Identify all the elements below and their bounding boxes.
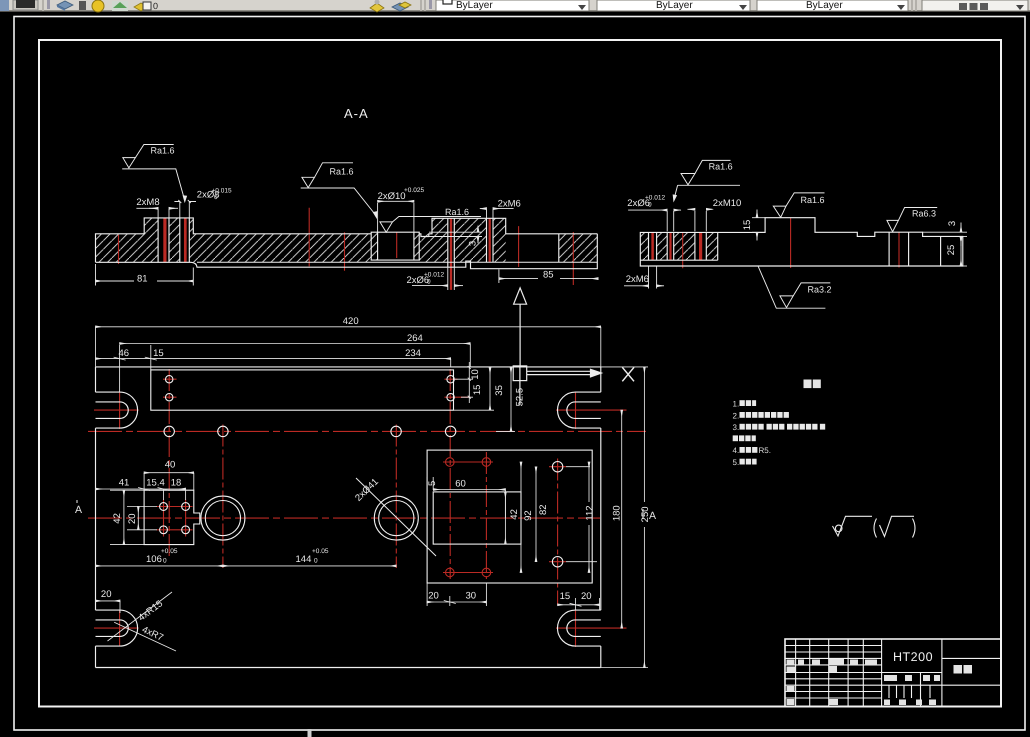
svg-text:3.: 3.	[733, 423, 740, 432]
svg-text:18: 18	[171, 478, 182, 489]
svg-text:+0.012: +0.012	[645, 195, 665, 202]
svg-text:ByLayer: ByLayer	[456, 0, 493, 11]
svg-text:+0.05: +0.05	[161, 548, 178, 555]
svg-text:25: 25	[946, 245, 957, 256]
svg-text:Ra3.2: Ra3.2	[808, 284, 832, 294]
svg-text:40: 40	[165, 460, 176, 471]
svg-text:60: 60	[455, 479, 466, 490]
svg-text:ByLayer: ByLayer	[806, 0, 843, 11]
svg-text:52.5: 52.5	[515, 388, 526, 407]
svg-text:2xM6: 2xM6	[626, 274, 649, 285]
svg-text:4.: 4.	[733, 446, 740, 455]
svg-text:0: 0	[163, 558, 167, 565]
svg-text:Ra1.6: Ra1.6	[151, 146, 175, 156]
svg-text:HT200: HT200	[893, 650, 933, 664]
svg-text:15: 15	[742, 220, 753, 231]
svg-text:264: 264	[407, 333, 423, 344]
svg-text:81: 81	[137, 274, 148, 285]
svg-text:+0.05: +0.05	[312, 548, 329, 555]
svg-text:15.4: 15.4	[146, 478, 165, 489]
svg-text:2xM6: 2xM6	[498, 198, 521, 209]
svg-text:82: 82	[538, 504, 549, 515]
svg-text:Ra1.6: Ra1.6	[330, 166, 354, 176]
svg-text:2xØ10: 2xØ10	[378, 191, 406, 202]
svg-text:5.: 5.	[733, 458, 740, 467]
svg-text:42: 42	[112, 513, 123, 524]
svg-text:A-A: A-A	[344, 106, 369, 121]
svg-text:3: 3	[468, 241, 479, 246]
svg-text:41: 41	[119, 478, 130, 489]
svg-text:106: 106	[146, 554, 162, 565]
svg-text:1.: 1.	[733, 400, 740, 409]
svg-text:ByLayer: ByLayer	[656, 0, 693, 11]
svg-text:0: 0	[214, 194, 218, 201]
svg-text:112: 112	[584, 505, 595, 520]
svg-text:A: A	[75, 504, 82, 516]
svg-text:42: 42	[509, 509, 520, 520]
svg-text:20: 20	[428, 591, 439, 602]
svg-text:46: 46	[119, 348, 130, 359]
svg-text:R5.: R5.	[759, 446, 771, 455]
svg-text:20: 20	[127, 513, 138, 524]
svg-text:0: 0	[314, 558, 318, 565]
svg-text:2xM10: 2xM10	[713, 198, 742, 209]
svg-text:30: 30	[466, 591, 477, 602]
svg-text:2xM8: 2xM8	[136, 197, 159, 208]
svg-text:15: 15	[153, 348, 164, 359]
svg-text:144: 144	[296, 554, 312, 565]
svg-text:0: 0	[648, 202, 652, 209]
svg-text:20: 20	[101, 589, 112, 600]
svg-text:234: 234	[405, 348, 421, 359]
svg-text:92: 92	[523, 510, 534, 521]
svg-text:420: 420	[343, 316, 359, 327]
svg-text:85: 85	[543, 270, 554, 281]
svg-text:0: 0	[153, 1, 158, 11]
svg-text:35: 35	[494, 385, 505, 396]
svg-text:180: 180	[612, 505, 623, 521]
svg-text:15: 15	[560, 591, 571, 602]
svg-text:A: A	[649, 510, 656, 522]
svg-text:5: 5	[427, 481, 438, 486]
svg-text:15: 15	[472, 385, 483, 396]
svg-text:20: 20	[581, 591, 592, 602]
svg-text:3: 3	[947, 221, 958, 226]
svg-text:Ra6.3: Ra6.3	[912, 209, 936, 219]
svg-text:+0.012: +0.012	[424, 272, 444, 279]
svg-text:0: 0	[427, 279, 431, 286]
svg-text:+0.025: +0.025	[404, 187, 424, 194]
svg-text:Ra1.6: Ra1.6	[801, 195, 825, 205]
svg-text:2.: 2.	[733, 411, 740, 420]
svg-text:Ra1.6: Ra1.6	[709, 162, 733, 172]
svg-text:Ra1.6: Ra1.6	[445, 207, 469, 217]
svg-text:10: 10	[470, 369, 481, 380]
